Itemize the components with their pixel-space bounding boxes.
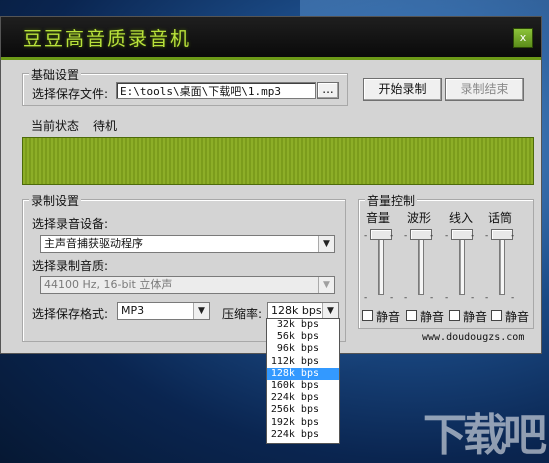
close-button[interactable]: x — [513, 28, 533, 48]
status-value: 待机 — [93, 119, 118, 133]
channel-label-wave: 波形 — [407, 211, 432, 225]
device-select-value: 主声音捕获驱动程序 — [44, 237, 143, 250]
mute-label-wave: 静音 — [420, 310, 445, 324]
slider-tick: - — [485, 293, 489, 303]
slider-tick: - — [404, 293, 408, 303]
slider-thumb-linein[interactable] — [451, 229, 473, 240]
chevron-down-icon[interactable]: ▼ — [318, 277, 334, 293]
compress-option[interactable]: 112k bps — [267, 356, 339, 368]
start-record-button[interactable]: 开始录制 — [363, 78, 442, 101]
compress-option[interactable]: 96k bps — [267, 343, 339, 355]
slider-tick: - — [364, 231, 368, 241]
slider-track-mic — [499, 231, 505, 295]
channel-label-linein: 线入 — [449, 211, 474, 225]
quality-select-value: 44100 Hz, 16-bit 立体声 — [44, 278, 173, 291]
slider-tick: - — [485, 231, 489, 241]
website-link[interactable]: www.doudougzs.com — [422, 332, 524, 343]
slider-thumb-volume[interactable] — [370, 229, 392, 240]
compress-option[interactable]: 256k bps — [267, 404, 339, 416]
volume-control-title: 音量控制 — [365, 192, 418, 209]
compress-option[interactable]: 160k bps — [267, 380, 339, 392]
compress-option[interactable]: 224k bps — [267, 392, 339, 404]
browse-button[interactable]: ... — [317, 82, 339, 99]
compress-select-value: 128k bps — [271, 304, 322, 317]
mute-checkbox-volume[interactable] — [362, 310, 373, 321]
mute-checkbox-wave[interactable] — [406, 310, 417, 321]
device-select[interactable]: 主声音捕获驱动程序 ▼ — [40, 235, 335, 253]
status-label: 当前状态 — [31, 119, 80, 133]
stop-record-button[interactable]: 录制结束 — [445, 78, 524, 101]
slider-tick: - — [445, 293, 449, 303]
watermark-logo: 下载吧 — [423, 410, 547, 461]
slider-tick: - — [511, 293, 515, 303]
slider-track-volume — [378, 231, 384, 295]
slider-tick: - — [471, 293, 475, 303]
compress-option[interactable]: 32k bps — [267, 319, 339, 331]
slider-tick: - — [471, 231, 475, 241]
quality-select[interactable]: 44100 Hz, 16-bit 立体声 ▼ — [40, 276, 335, 294]
mute-label-linein: 静音 — [463, 310, 488, 324]
format-select[interactable]: MP3 ▼ — [117, 302, 210, 320]
compress-option[interactable]: 128k bps — [267, 367, 339, 380]
channel-label-volume: 音量 — [366, 211, 391, 225]
basic-settings-title: 基础设置 — [29, 66, 82, 83]
chevron-down-icon[interactable]: ▼ — [193, 303, 209, 319]
chevron-down-icon[interactable]: ▼ — [318, 236, 334, 252]
slider-tick: - — [511, 231, 515, 241]
slider-thumb-wave[interactable] — [410, 229, 432, 240]
slider-track-wave — [418, 231, 424, 295]
level-meter — [22, 137, 534, 185]
mute-label-volume: 静音 — [376, 310, 401, 324]
chevron-down-icon[interactable]: ▼ — [322, 303, 338, 319]
quality-label: 选择录制音质: — [32, 259, 109, 273]
record-settings-title: 录制设置 — [29, 192, 82, 209]
device-label: 选择录音设备: — [32, 217, 109, 231]
mute-label-mic: 静音 — [505, 310, 530, 324]
slider-tick: - — [404, 231, 408, 241]
save-file-input[interactable]: E:\tools\桌面\下载吧\1.mp3 — [116, 82, 316, 99]
mute-checkbox-mic[interactable] — [491, 310, 502, 321]
slider-tick: - — [364, 293, 368, 303]
title-bar[interactable]: 豆豆高音质录音机 x — [1, 17, 541, 60]
compress-option[interactable]: 224k bps — [267, 429, 339, 441]
save-file-label: 选择保存文件: — [32, 87, 109, 101]
channel-label-mic: 话筒 — [488, 211, 513, 225]
recorder-window: 豆豆高音质录音机 x 基础设置 选择保存文件: E:\tools\桌面\下载吧\… — [0, 16, 542, 354]
slider-tick: - — [390, 231, 394, 241]
compress-option[interactable]: 192k bps — [267, 417, 339, 429]
format-label: 选择保存格式: — [32, 307, 109, 321]
compress-dropdown-list: 32k bps 56k bps 96k bps 112k bps 128k bps 160… — [266, 318, 340, 444]
compress-option[interactable]: 56k bps — [267, 331, 339, 343]
format-select-value: MP3 — [121, 304, 145, 317]
compress-label: 压缩率: — [222, 307, 263, 321]
slider-track-linein — [459, 231, 465, 295]
slider-tick: - — [445, 231, 449, 241]
slider-thumb-mic[interactable] — [491, 229, 513, 240]
slider-tick: - — [430, 293, 434, 303]
slider-tick: - — [430, 231, 434, 241]
window-title: 豆豆高音质录音机 — [23, 28, 192, 50]
mute-checkbox-linein[interactable] — [449, 310, 460, 321]
slider-tick: - — [390, 293, 394, 303]
